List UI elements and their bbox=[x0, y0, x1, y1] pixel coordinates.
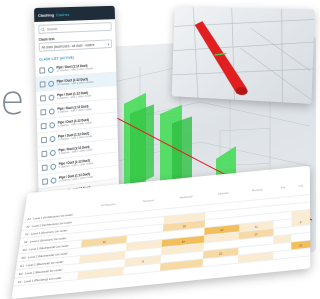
clashing-pipe[interactable] bbox=[192, 20, 250, 95]
matrix-cell[interactable] bbox=[291, 247, 311, 258]
row-checkbox[interactable] bbox=[39, 66, 46, 74]
clash-item-text: Pipe / Duct (1:12 Duct) 10 clashes · with… bbox=[57, 77, 94, 87]
clash-test-value: All clash (test/model) - all clash - rel… bbox=[41, 42, 95, 50]
clash-item-meta: 12 clashes · with 2 other models bbox=[56, 66, 94, 73]
matrix-column-header[interactable]: Civil bbox=[291, 166, 309, 190]
row-checkbox[interactable] bbox=[39, 80, 46, 88]
row-checkbox[interactable] bbox=[40, 94, 46, 102]
app-header: Clashing Clashes bbox=[34, 5, 115, 22]
clash-item-text: Pipe / Duct (1:12 Duct) 2 clashes · with … bbox=[58, 131, 92, 142]
clash-item-text: Pipe / Duct (1:12 Duct) 3 clashes · with … bbox=[58, 144, 92, 155]
clash-type-icon bbox=[50, 176, 57, 184]
search-icon bbox=[41, 27, 46, 32]
clash-item-text: Pipe / Duct (1:12 Duct) 3 clashes · with … bbox=[57, 104, 91, 114]
clash-type-icon bbox=[49, 121, 56, 129]
matrix-cell[interactable] bbox=[273, 249, 292, 260]
chevron-down-icon: ▾ bbox=[107, 41, 110, 46]
zoom-viewport-graphic bbox=[172, 7, 315, 104]
search-box[interactable] bbox=[38, 22, 112, 34]
clash-item-meta: 4 clashes · with 1 other model bbox=[57, 93, 92, 100]
clash-type-icon bbox=[47, 66, 54, 73]
clash-type-icon bbox=[50, 162, 57, 170]
search-input[interactable] bbox=[46, 24, 102, 31]
clash-item-meta: 6 clashes · with 1 other model bbox=[57, 120, 92, 128]
matrix-column-header[interactable]: Fire bbox=[274, 168, 291, 192]
app-subtitle: Clashes bbox=[55, 11, 70, 17]
clash-item-text: Pipe / Duct (1:12 Duct) 6 clashes · with … bbox=[58, 117, 92, 128]
row-checkbox[interactable] bbox=[41, 150, 48, 157]
zoom-viewport[interactable] bbox=[171, 6, 315, 104]
row-checkbox[interactable] bbox=[40, 108, 47, 115]
clash-item-text: Pipe / Duct (1:12 Duct) 5 clashes · with … bbox=[59, 158, 93, 169]
row-checkbox[interactable] bbox=[40, 122, 47, 129]
row-checkbox[interactable] bbox=[42, 177, 48, 185]
clash-type-icon bbox=[48, 80, 55, 87]
row-checkbox[interactable] bbox=[41, 136, 47, 143]
hero-letter: e bbox=[0, 78, 25, 124]
clash-type-icon bbox=[48, 107, 55, 115]
clash-plane[interactable] bbox=[130, 104, 154, 188]
clash-item-meta: 3 clashes · with 1 other model bbox=[57, 106, 92, 114]
clash-item-meta: 10 clashes · with 2 other models bbox=[56, 79, 94, 87]
clash-type-icon bbox=[49, 149, 56, 156]
app-title: Clashing bbox=[37, 11, 55, 18]
clash-type-icon bbox=[48, 93, 55, 101]
clash-item-text: Pipe / Duct (1:12 Duct) 4 clashes · with … bbox=[57, 90, 91, 100]
row-checkbox[interactable] bbox=[41, 163, 48, 171]
clash-item-text: Pipe / Duct (1:12 Duct) 12 clashes · with… bbox=[56, 63, 93, 73]
clash-type-icon bbox=[49, 135, 56, 142]
clash-item-text: Pipe / Duct (1:12 Duct) 2 clashes · with … bbox=[59, 171, 93, 183]
